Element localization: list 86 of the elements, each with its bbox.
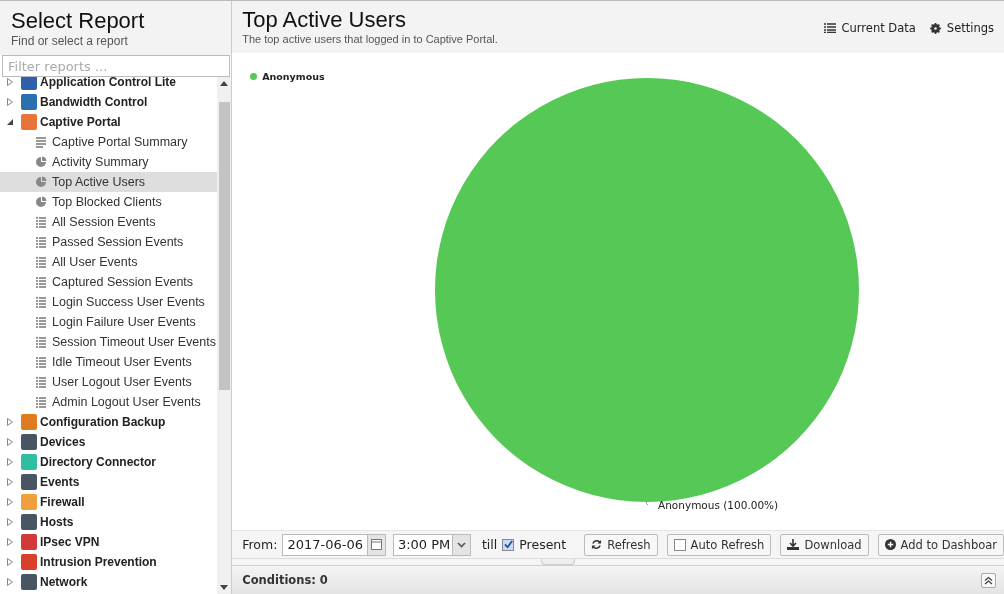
tree-group[interactable]: Network <box>0 572 218 592</box>
header-link[interactable]: Current Data <box>823 20 916 36</box>
report-title: Top Active Users <box>242 7 408 33</box>
toolbar-button[interactable]: Refresh <box>584 533 658 556</box>
till-label: till <box>481 537 498 552</box>
legend-label[interactable]: Anonymous <box>262 71 325 82</box>
report-item[interactable]: Session Timeout User Events <box>0 332 218 352</box>
toggle-button[interactable]: Auto Refresh <box>666 533 772 556</box>
list-icon <box>35 316 47 328</box>
report-item[interactable]: Idle Timeout User Events <box>0 352 218 372</box>
header-link[interactable]: Settings <box>929 20 994 36</box>
expand-icon[interactable] <box>6 458 14 466</box>
report-item[interactable]: Login Failure User Events <box>0 312 218 332</box>
scroll-down-icon[interactable] <box>220 585 229 590</box>
report-item[interactable]: User Logout User Events <box>0 372 218 392</box>
expand-icon[interactable] <box>6 538 14 546</box>
double-chevron-icon <box>984 575 993 585</box>
tree-group[interactable]: Configuration Backup <box>0 412 218 432</box>
tree-group[interactable]: Devices <box>0 432 218 452</box>
report-item[interactable]: All User Events <box>0 252 218 272</box>
expand-icon[interactable] <box>6 578 14 586</box>
expand-icon[interactable] <box>6 98 14 106</box>
list-icon <box>35 276 47 288</box>
date-field[interactable]: 2017-06-06 <box>282 533 386 556</box>
tree-group[interactable]: Bandwidth Control <box>0 92 218 112</box>
expand-icon[interactable] <box>6 478 14 486</box>
report-description: The top active users that logged in to Captive Portal. <box>242 33 498 45</box>
pie-chart-icon <box>35 196 47 208</box>
caret-icon <box>456 541 466 548</box>
expand-icon[interactable] <box>6 498 14 506</box>
expand-icon[interactable] <box>6 418 14 426</box>
pie-chart-icon <box>35 176 47 188</box>
expand-icon[interactable] <box>6 518 14 526</box>
tree-group[interactable]: Intrusion Prevention <box>0 552 218 572</box>
list-icon <box>35 236 47 248</box>
from-label: From: <box>242 537 278 552</box>
splitter-handle[interactable] <box>541 559 576 565</box>
report-item[interactable]: Top Blocked Clients <box>0 192 218 212</box>
tree-group[interactable]: Hosts <box>0 512 218 532</box>
report-item[interactable]: Admin Logout User Events <box>0 392 218 412</box>
toolbar-button[interactable]: Download <box>780 533 869 556</box>
pie-chart-icon <box>35 156 47 168</box>
tree-group[interactable]: IPsec VPN <box>0 532 218 552</box>
toolbar-button[interactable]: Add to Dashboar <box>877 533 1004 556</box>
list-icon <box>35 356 47 368</box>
plus-circle-icon <box>884 539 896 550</box>
report-item[interactable]: Top Active Users <box>0 172 218 192</box>
sidebar-subtitle: Find or select a report <box>11 34 129 48</box>
settings-icon <box>929 22 941 34</box>
list-icon <box>35 296 47 308</box>
lines-icon <box>35 136 47 148</box>
scrollbar[interactable] <box>217 77 232 594</box>
tree-group[interactable]: Events <box>0 472 218 492</box>
expand-icon[interactable] <box>6 438 14 446</box>
report-item[interactable]: Login Success User Events <box>0 292 218 312</box>
filter-field[interactable]: Filter reports ... <box>2 55 231 77</box>
collapse-button[interactable] <box>981 572 996 588</box>
collapse-icon[interactable] <box>6 118 14 126</box>
refresh-icon <box>591 539 603 550</box>
list-icon <box>35 396 47 408</box>
present-label: Present <box>519 537 567 552</box>
tree-group[interactable]: Directory Connector <box>0 452 218 472</box>
calendar-icon <box>370 539 382 550</box>
tree-group[interactable]: Captive Portal <box>0 112 218 132</box>
report-item[interactable]: All Session Events <box>0 212 218 232</box>
list-icon <box>35 376 47 388</box>
tree-group[interactable]: Firewall <box>0 492 218 512</box>
report-item[interactable]: Passed Session Events <box>0 232 218 252</box>
list-icon <box>35 336 47 348</box>
tree-group[interactable]: Application Control Lite <box>0 77 218 92</box>
data-label: Anonymous (100.00%) <box>658 499 779 511</box>
expand-icon[interactable] <box>6 558 14 566</box>
conditions-label: Conditions: 0 <box>242 573 328 587</box>
list-icon <box>823 23 836 33</box>
report-item[interactable]: Captive Portal Summary <box>0 132 218 152</box>
list-icon <box>35 216 47 228</box>
report-item[interactable]: Captured Session Events <box>0 272 218 292</box>
list-icon <box>35 256 47 268</box>
scroll-up-icon[interactable] <box>220 81 229 86</box>
report-item[interactable]: Activity Summary <box>0 152 218 172</box>
download-icon <box>787 539 800 550</box>
present-checkbox[interactable] <box>502 538 515 551</box>
expand-icon[interactable] <box>6 78 14 86</box>
checkbox[interactable] <box>673 538 686 551</box>
time-field[interactable]: 3:00 PM <box>392 533 471 556</box>
sidebar-title: Select Report <box>11 8 146 34</box>
